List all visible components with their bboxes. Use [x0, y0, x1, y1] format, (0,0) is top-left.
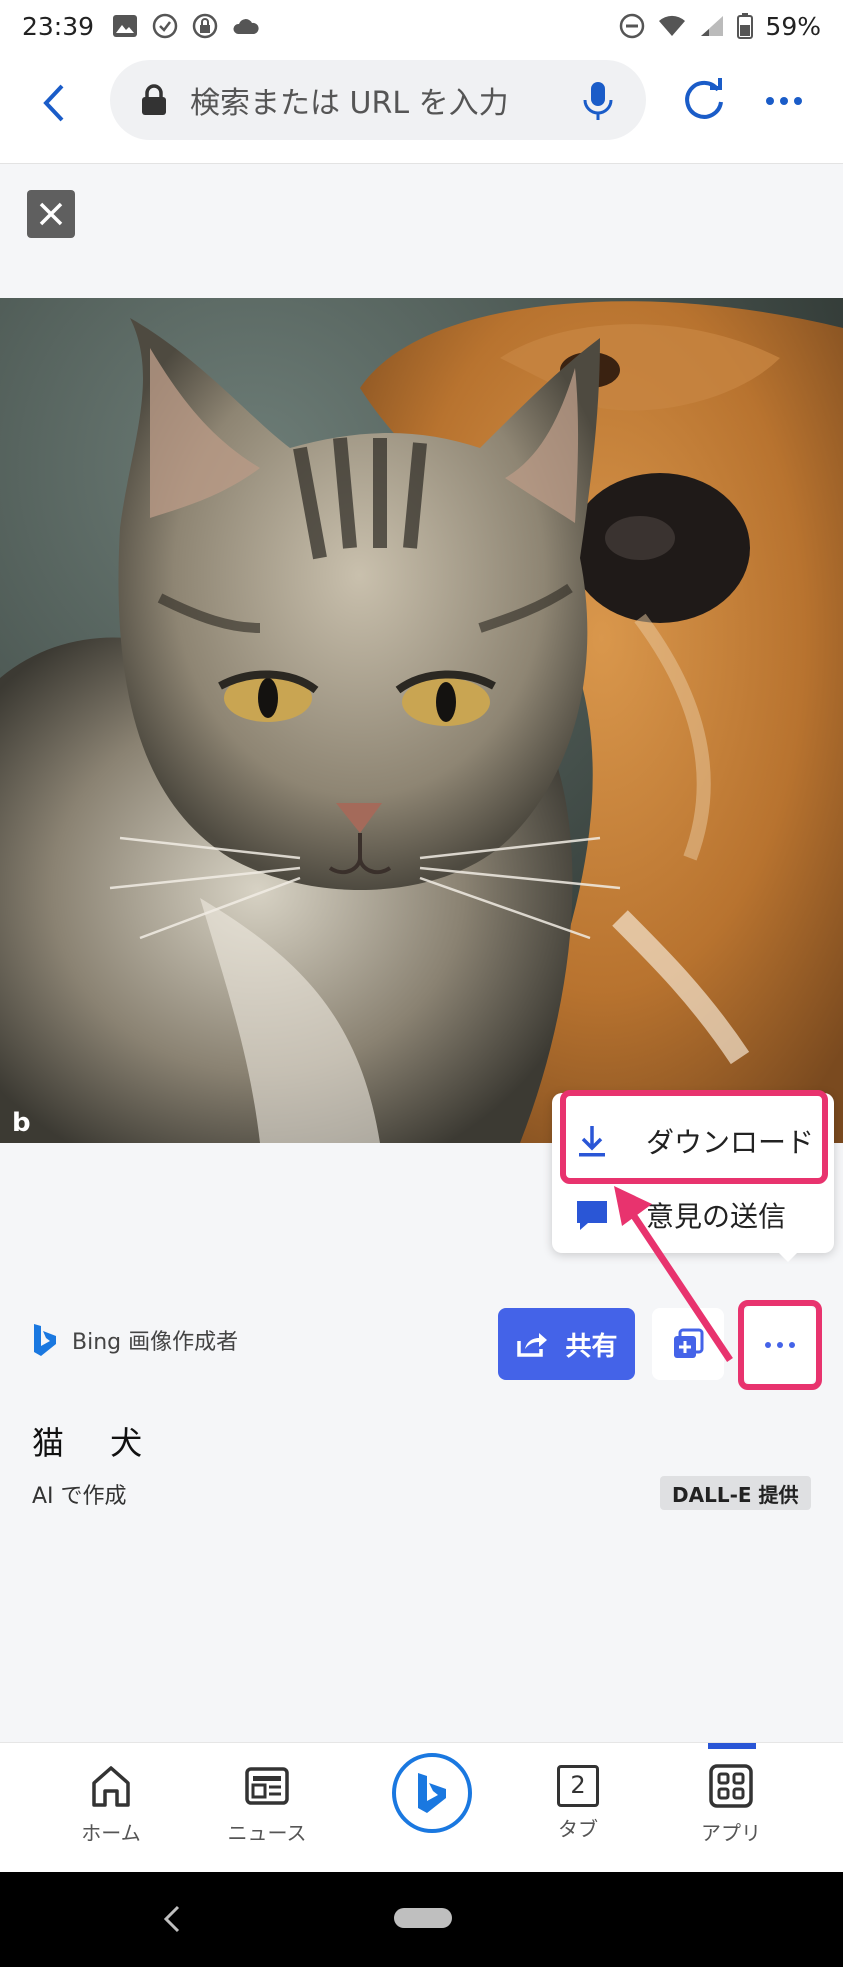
active-tab-indicator: [708, 1743, 756, 1749]
menu-tail: [776, 1250, 800, 1262]
add-to-collection-button[interactable]: [652, 1308, 724, 1380]
apps-icon: [709, 1764, 753, 1808]
browser-toolbar: 検索または URL を入力: [0, 52, 843, 164]
generated-image[interactable]: [0, 298, 843, 1143]
signal-icon: [701, 16, 724, 36]
nav-news-label: ニュース: [227, 1821, 307, 1845]
nav-home[interactable]: ホーム: [51, 1761, 171, 1846]
system-navigation-bar: [0, 1872, 843, 1967]
add-collection-icon: [674, 1328, 704, 1358]
feedback-icon: [577, 1201, 607, 1230]
bing-logo-icon: [34, 1324, 56, 1356]
chevron-left-icon: [43, 84, 64, 122]
download-highlight: [560, 1090, 828, 1184]
provider-badge: DALL-E 提供: [660, 1476, 811, 1510]
feedback-label: 意見の送信: [646, 1200, 787, 1233]
lock-icon: [142, 84, 166, 115]
bing-chat-button[interactable]: [392, 1753, 472, 1833]
address-bar[interactable]: 検索または URL を入力: [110, 60, 646, 140]
back-button[interactable]: [34, 78, 74, 128]
tab-count-icon: 2: [557, 1765, 599, 1807]
creator-row: Bing 画像作成者: [32, 1322, 238, 1358]
wifi-icon: [659, 15, 686, 36]
creator-label: Bing 画像作成者: [72, 1330, 239, 1355]
cloud-icon: [233, 19, 259, 34]
image-subtitle: AI で作成: [32, 1484, 127, 1509]
search-input[interactable]: 検索または URL を入力: [190, 78, 509, 122]
do-not-disturb-icon: [620, 13, 645, 39]
menu-item-feedback[interactable]: 意見の送信: [552, 1177, 834, 1253]
share-icon: [517, 1333, 548, 1357]
status-time: 23:39: [22, 11, 95, 41]
microphone-icon[interactable]: [580, 80, 616, 122]
lock-notification-icon: [192, 13, 218, 39]
share-button[interactable]: 共有: [498, 1308, 635, 1380]
battery-icon: [737, 13, 754, 39]
news-icon: [245, 1767, 289, 1805]
close-icon: [39, 202, 63, 226]
nav-tabs[interactable]: 2 タブ: [518, 1761, 638, 1842]
share-label: 共有: [565, 1331, 618, 1362]
nav-apps-label: アプリ: [701, 1821, 761, 1845]
bing-icon: [418, 1773, 446, 1813]
nav-apps[interactable]: アプリ: [671, 1761, 791, 1846]
battery-percent: 59%: [765, 11, 821, 41]
cat-dog-illustration: [0, 298, 843, 1143]
image-title: 猫 犬: [32, 1424, 161, 1462]
refresh-icon[interactable]: [680, 76, 728, 124]
nav-tab-label: タブ: [558, 1817, 598, 1841]
image-notification-icon: [113, 15, 138, 37]
check-circle-icon: [152, 13, 178, 39]
nav-home-label: ホーム: [81, 1821, 141, 1845]
bing-watermark-icon: b: [12, 1108, 31, 1138]
more-button-highlight: [738, 1300, 822, 1390]
status-bar: 23:39 59%: [0, 0, 843, 52]
browser-more-button[interactable]: [766, 86, 810, 116]
nav-bing-chat[interactable]: [372, 1753, 492, 1833]
home-icon: [92, 1766, 130, 1807]
nav-news[interactable]: ニュース: [207, 1761, 327, 1846]
system-home-pill[interactable]: [394, 1908, 452, 1928]
close-button[interactable]: [27, 190, 75, 238]
bottom-navigation: ホーム ニュース 2 タブ アプリ: [0, 1742, 843, 1872]
system-back-icon[interactable]: [160, 1904, 184, 1934]
